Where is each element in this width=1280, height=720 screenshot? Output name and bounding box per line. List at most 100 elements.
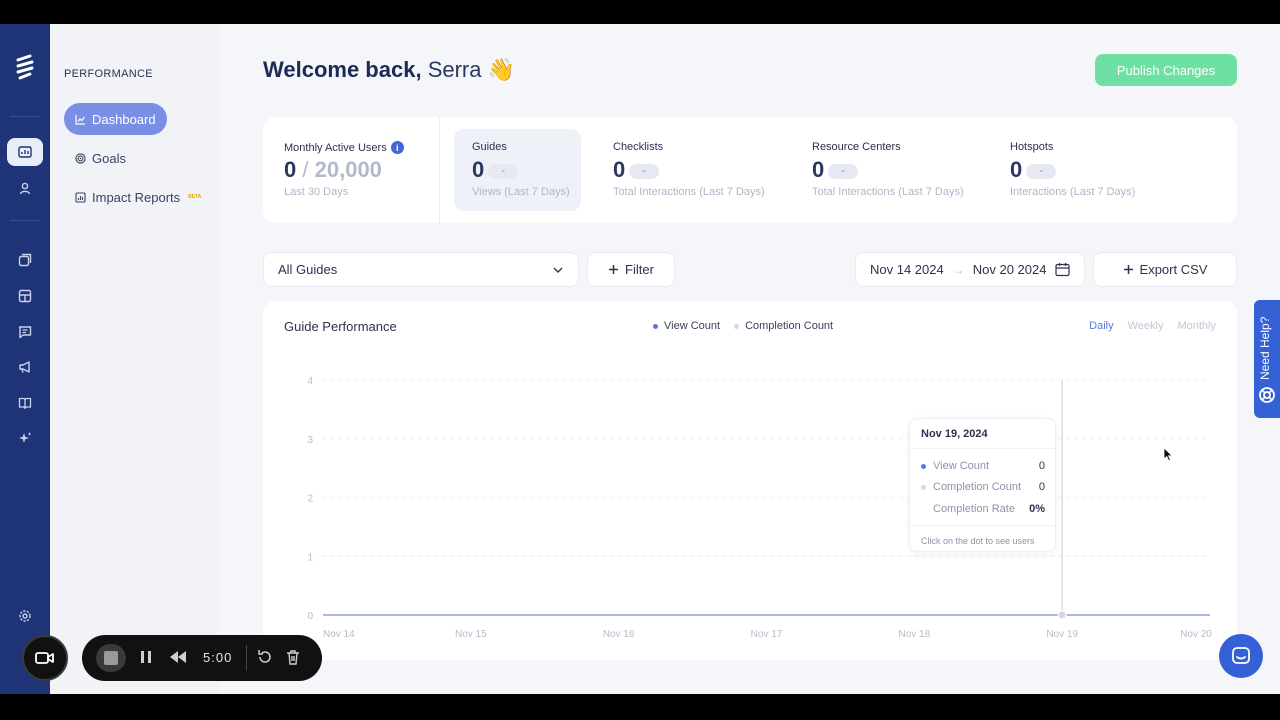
sidebar-section-title: PERFORMANCE [64,68,153,80]
need-help-label: Need Help? [1258,316,1272,380]
sidebar-item-dashboard[interactable]: Dashboard [64,103,167,135]
line-chart[interactable]: 0 1 2 3 4 Nov 14 Nov 15 Nov 16 Nov 17 Nov 18 Nov 1… [263,301,1237,660]
target-icon [75,152,86,164]
mau-current: 0 [284,157,297,182]
stat-label: Hotspots [1010,141,1054,153]
stat-number: 0 [472,157,485,182]
stats-card: Monthly Active Users i 0 / 20,000 Last 3… [263,117,1237,223]
camera-toggle[interactable] [22,635,68,681]
mau-sub: Last 30 Days [284,186,349,198]
tooltip-value: 0% [1029,503,1045,515]
video-camera-icon [35,652,54,664]
stat-value: 0- [613,157,660,183]
layout-icon[interactable] [7,282,43,310]
report-icon [75,191,86,203]
slash-divider: / [302,157,309,182]
stat-label: Guides [472,141,507,153]
date-range-picker[interactable]: Nov 14 2024 → Nov 20 2024 [855,252,1085,287]
x-tick-label: Nov 14 [323,629,355,640]
tooltip-label: Completion Count [933,481,1022,493]
rail-divider [10,220,40,221]
guide-select[interactable]: All Guides [263,252,579,287]
sparkle-icon[interactable] [7,424,43,452]
sidebar-item-impact-reports[interactable]: Impact Reports BETA [64,181,212,213]
megaphone-icon[interactable] [7,353,43,381]
book-icon[interactable] [7,389,43,417]
data-point [1057,610,1067,620]
chevron-down-icon [553,267,563,273]
info-icon[interactable]: i [390,141,404,154]
trash-icon[interactable] [285,649,301,665]
y-tick-label: 1 [307,552,313,563]
change-badge: - [629,163,660,179]
app-frame: PERFORMANCE Dashboard Goals Impact Repor… [0,24,1280,694]
tooltip-row-rate: Completion Rate 0% [921,503,1045,515]
stat-resource-centers[interactable]: Resource Centers 0- Total Interactions (… [812,117,992,223]
secondary-sidebar: PERFORMANCE Dashboard Goals Impact Repor… [50,24,220,694]
logo-icon[interactable] [14,54,36,80]
y-tick-label: 3 [307,435,313,446]
tooltip-row-views: View Count 0 [921,460,1045,472]
publish-changes-button[interactable]: Publish Changes [1095,54,1237,86]
page-title: Welcome back, Serra 👋 [263,57,515,83]
mau-stat: Monthly Active Users i 0 / 20,000 Last 3… [284,117,434,223]
rewind-icon[interactable] [169,649,187,665]
tooltip-label: View Count [933,460,990,472]
user-name: Serra [427,57,482,82]
chat-icon[interactable] [7,318,43,346]
filter-label: Filter [625,262,654,277]
change-badge: - [1026,163,1057,179]
beta-badge: BETA [188,194,202,200]
stat-label: Resource Centers [812,141,901,153]
chat-launcher-button[interactable] [1219,634,1263,678]
chart-line-icon [75,114,85,125]
tooltip-date: Nov 19, 2024 [921,428,988,440]
icon-rail [0,24,50,694]
mau-label: Monthly Active Users i [284,141,404,154]
mouse-cursor-icon [1163,447,1173,462]
y-tick-label: 4 [307,376,313,387]
stat-sub: Total Interactions (Last 7 Days) [613,186,765,198]
legend-dot [921,484,926,490]
pause-icon[interactable] [139,649,153,665]
filter-button[interactable]: Filter [587,252,675,287]
change-badge: - [488,163,519,179]
date-start: Nov 14 2024 [870,262,944,277]
stat-checklists[interactable]: Checklists 0- Total Interactions (Last 7… [613,117,793,223]
sidebar-item-label: Dashboard [92,111,156,127]
restart-icon[interactable] [257,649,273,665]
x-tick-label: Nov 18 [898,629,930,640]
stat-guides[interactable]: Guides 0- Views (Last 7 Days) [454,129,581,211]
calendar-icon [1055,263,1070,277]
dashboard-icon[interactable] [7,138,43,166]
user-icon[interactable] [7,174,43,202]
guide-select-value: All Guides [278,262,338,277]
date-end: Nov 20 2024 [972,262,1047,277]
tooltip-value: 0 [1038,481,1045,493]
sidebar-item-goals[interactable]: Goals [64,142,137,174]
rail-divider [10,116,40,117]
settings-icon[interactable] [7,602,43,630]
export-csv-button[interactable]: Export CSV [1093,252,1237,287]
sidebar-item-label: Impact Reports [92,189,181,205]
tooltip-divider [910,525,1055,526]
change-badge: - [828,163,859,179]
guide-performance-card: Guide Performance View Count Completion … [263,301,1237,660]
recording-timer: 5:00 [203,650,233,665]
x-tick-label: Nov 15 [455,629,487,640]
x-tick-label: Nov 17 [751,629,783,640]
arrow-right-icon: → [952,262,965,277]
mau-value: 0 / 20,000 [284,157,382,183]
stop-recording-button[interactable] [96,644,126,672]
stat-hotspots[interactable]: Hotspots 0- Interactions (Last 7 Days) [1010,117,1190,223]
chart-tooltip: Nov 19, 2024 View Count 0 Completion Cou… [909,418,1056,552]
guides-icon[interactable] [7,246,43,274]
recording-toolbar: 5:00 [82,635,322,681]
tooltip-hint: Click on the dot to see users [921,536,1035,546]
stat-number: 0 [1010,157,1023,182]
plus-icon [1123,265,1133,274]
stat-sub: Views (Last 7 Days) [472,186,570,198]
stats-divider [439,117,440,223]
stop-icon [104,651,118,665]
need-help-tab[interactable]: Need Help? [1254,300,1280,418]
